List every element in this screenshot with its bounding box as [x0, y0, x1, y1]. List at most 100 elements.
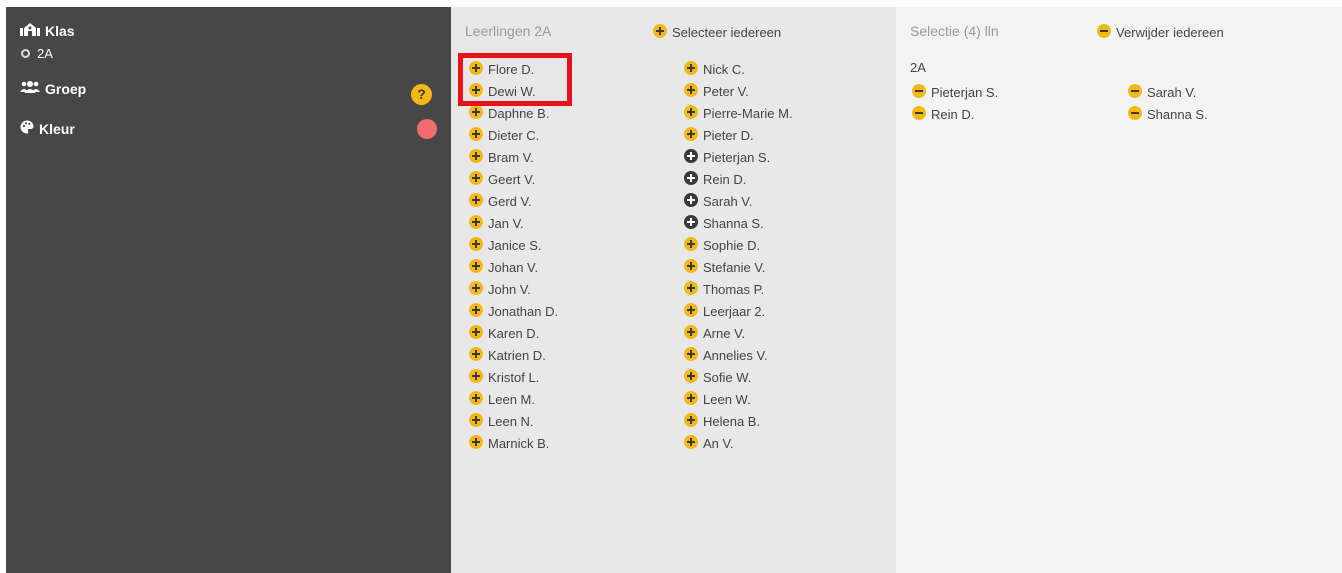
student-item[interactable]: Katrien D. [469, 344, 558, 366]
student-name: Rein D. [931, 106, 975, 122]
plus-circle-icon [684, 214, 698, 232]
student-item[interactable]: Jan V. [469, 212, 558, 234]
plus-circle-icon [684, 170, 698, 188]
selection-title: Selectie (4) lln [910, 23, 999, 39]
plus-circle-icon [684, 368, 698, 386]
groep-label: Groep [45, 80, 87, 97]
student-item[interactable]: Sophie D. [684, 234, 793, 256]
minus-circle-icon [1097, 24, 1111, 41]
student-item[interactable]: Gerd V. [469, 190, 558, 212]
student-item[interactable]: Leen N. [469, 410, 558, 432]
kleur-header: Kleur [20, 120, 75, 137]
student-item[interactable]: Leerjaar 2. [684, 300, 793, 322]
student-name: Daphne B. [488, 105, 550, 121]
remove-all-button[interactable]: Verwijder iedereen [1097, 24, 1224, 41]
plus-circle-icon [684, 324, 698, 342]
plus-circle-icon [469, 148, 483, 166]
student-name: Pieterjan S. [931, 84, 999, 100]
plus-circle-icon [469, 280, 483, 298]
student-item[interactable]: Bram V. [469, 146, 558, 168]
minus-circle-icon [1128, 105, 1142, 123]
student-item[interactable]: Helena B. [684, 410, 793, 432]
color-swatch[interactable] [417, 119, 437, 139]
student-item[interactable]: Kristof L. [469, 366, 558, 388]
plus-circle-icon [469, 214, 483, 232]
plus-circle-icon [684, 390, 698, 408]
users-icon [20, 80, 40, 97]
student-item[interactable]: Pieter D. [684, 124, 793, 146]
student-item[interactable]: Nick C. [684, 58, 793, 80]
student-item[interactable]: Marnick B. [469, 432, 558, 454]
palette-icon [20, 120, 34, 137]
student-item[interactable]: Annelies V. [684, 344, 793, 366]
plus-circle-icon [684, 346, 698, 364]
student-name: Sarah V. [703, 193, 753, 209]
student-name: Helena B. [703, 413, 761, 429]
selected-student-item[interactable]: Rein D. [912, 103, 998, 125]
student-item[interactable]: John V. [469, 278, 558, 300]
klas-label: Klas [45, 22, 75, 39]
plus-circle-icon [684, 60, 698, 78]
help-button[interactable]: ? [411, 84, 432, 105]
student-item[interactable]: Arne V. [684, 322, 793, 344]
student-name: Shanna S. [1147, 106, 1208, 122]
student-name: Leen N. [488, 413, 534, 429]
minus-circle-icon [912, 83, 926, 101]
minus-circle-icon [1128, 83, 1142, 101]
selection-group-label: 2A [910, 60, 926, 75]
sidebar: Klas 2A Groep ? Kleur [6, 7, 451, 573]
highlight-box [458, 53, 572, 106]
student-item[interactable]: Pieterjan S. [684, 146, 793, 168]
student-item[interactable]: Leen M. [469, 388, 558, 410]
student-item[interactable]: Leen W. [684, 388, 793, 410]
plus-circle-icon [684, 104, 698, 122]
student-item[interactable]: Sarah V. [684, 190, 793, 212]
plus-circle-icon [469, 346, 483, 364]
selected-student-item[interactable]: Shanna S. [1128, 103, 1208, 125]
student-name: Peter V. [703, 83, 749, 99]
radio-icon[interactable] [21, 49, 30, 58]
student-item[interactable]: Karen D. [469, 322, 558, 344]
klas-header: Klas [20, 22, 75, 39]
klas-option-2a[interactable]: 2A [21, 46, 53, 61]
plus-circle-icon [469, 302, 483, 320]
student-item[interactable]: Shanna S. [684, 212, 793, 234]
plus-circle-icon [469, 258, 483, 276]
student-name: Nick C. [703, 61, 745, 77]
groep-header: Groep [20, 80, 86, 97]
student-item[interactable]: Geert V. [469, 168, 558, 190]
student-name: Pieterjan S. [703, 149, 771, 165]
student-item[interactable]: Rein D. [684, 168, 793, 190]
plus-circle-icon [469, 236, 483, 254]
student-item[interactable]: Stefanie V. [684, 256, 793, 278]
plus-circle-icon [684, 434, 698, 452]
student-name: Johan V. [488, 259, 539, 275]
student-item[interactable]: Thomas P. [684, 278, 793, 300]
student-item[interactable]: Peter V. [684, 80, 793, 102]
student-name: Bram V. [488, 149, 534, 165]
student-item[interactable]: Sofie W. [684, 366, 793, 388]
student-name: Pieter D. [703, 127, 754, 143]
student-item[interactable]: Dieter C. [469, 124, 558, 146]
student-item[interactable]: An V. [684, 432, 793, 454]
students-column-1: Flore D. Dewi W. Daphne B. Dieter C. Bram V.… [469, 58, 558, 454]
student-name: Leerjaar 2. [703, 303, 766, 319]
selected-student-item[interactable]: Pieterjan S. [912, 81, 998, 103]
student-name: Annelies V. [703, 347, 768, 363]
selected-student-item[interactable]: Sarah V. [1128, 81, 1208, 103]
school-icon [20, 22, 40, 39]
student-item[interactable]: Pierre-Marie M. [684, 102, 793, 124]
student-name: Sophie D. [703, 237, 761, 253]
student-name: John V. [488, 281, 531, 297]
student-item[interactable]: Jonathan D. [469, 300, 558, 322]
plus-circle-icon [469, 170, 483, 188]
plus-circle-icon [469, 192, 483, 210]
student-name: Sarah V. [1147, 84, 1197, 100]
selection-panel: Selectie (4) lln Verwijder iedereen 2A P… [896, 7, 1342, 573]
student-item[interactable]: Johan V. [469, 256, 558, 278]
minus-circle-icon [912, 105, 926, 123]
plus-circle-icon [684, 280, 698, 298]
student-item[interactable]: Janice S. [469, 234, 558, 256]
student-name: Janice S. [488, 237, 542, 253]
select-all-button[interactable]: Selecteer iedereen [653, 24, 781, 41]
